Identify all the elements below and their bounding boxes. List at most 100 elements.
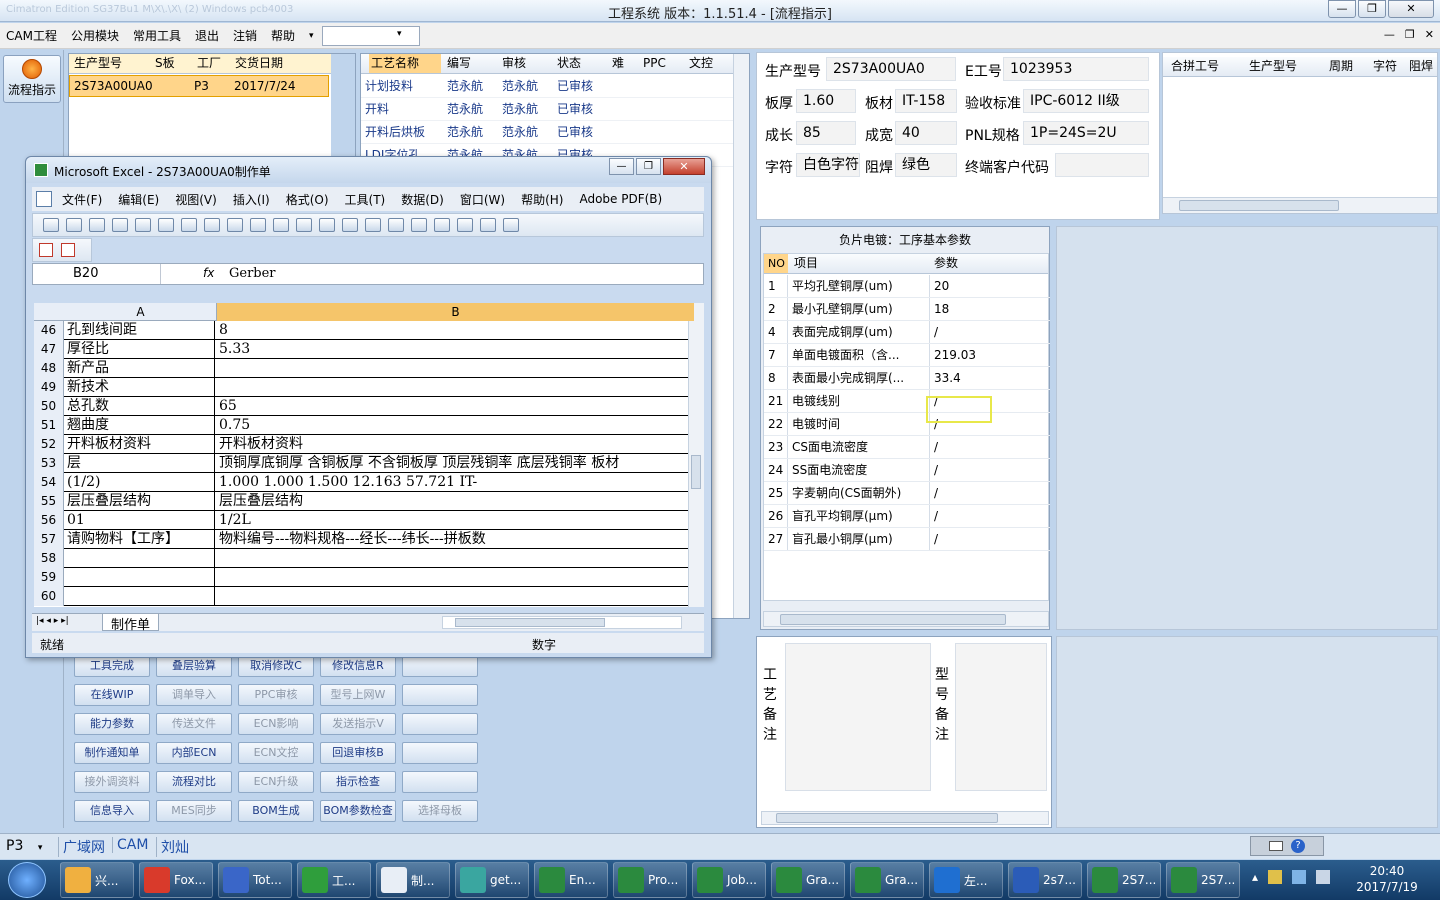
row-number[interactable]: 59 xyxy=(34,568,64,587)
start-button[interactable] xyxy=(8,862,46,898)
action-button[interactable]: 回退审核B xyxy=(320,742,396,764)
taskbar-item[interactable]: 2S7... xyxy=(1166,862,1240,898)
table-row[interactable]: 2S73A00UA0 P3 2017/7/24 xyxy=(69,75,329,97)
proc-col-name[interactable]: 工艺名称 xyxy=(369,54,441,73)
row-number[interactable]: 53 xyxy=(34,454,64,473)
action-button[interactable]: 能力参数 xyxy=(74,713,150,735)
action-button[interactable]: 型号上网W xyxy=(320,684,396,706)
action-button[interactable]: 制作通知单 xyxy=(74,742,150,764)
row-number[interactable]: 54 xyxy=(34,473,64,492)
param-row[interactable]: 26 盲孔平均铜厚(μm) / xyxy=(764,505,1050,528)
taskbar-item[interactable]: Tot... xyxy=(218,862,292,898)
row-number[interactable]: 56 xyxy=(34,511,64,530)
action-button[interactable]: 取消修改C xyxy=(238,655,314,677)
excel-menu-tools[interactable]: 工具(T) xyxy=(345,191,386,208)
pdf-email-icon[interactable] xyxy=(61,243,75,257)
excel-menu-data[interactable]: 数据(D) xyxy=(401,191,444,208)
mdi-restore-button[interactable]: ❐ xyxy=(1405,28,1415,41)
taskbar-item[interactable]: 兴... xyxy=(60,862,134,898)
sheet-row[interactable]: 49 新技术 xyxy=(34,378,694,397)
row-number[interactable]: 50 xyxy=(34,397,64,416)
menu-cam[interactable]: CAM工程 xyxy=(6,27,57,44)
proc-col-doc[interactable]: 文控 xyxy=(689,54,713,73)
spell-icon[interactable] xyxy=(181,218,197,232)
tray-network-icon[interactable] xyxy=(1292,870,1307,884)
sheet-row[interactable]: 56 01 1/2L xyxy=(34,511,694,530)
worksheet-grid[interactable]: 46 孔到线间距 8 47 厚径比 5.33 48 新产品 49 新技术 50 总孔数 65 51 翘曲度 0… xyxy=(34,321,694,607)
excel-menu-view[interactable]: 视图(V) xyxy=(175,191,217,208)
taskbar-item[interactable]: Gra... xyxy=(771,862,845,898)
param-row[interactable]: 21 电镀线别 / xyxy=(764,390,1050,413)
row-number[interactable]: 52 xyxy=(34,435,64,454)
taskbar-item[interactable]: Job... xyxy=(692,862,766,898)
minimize-button[interactable]: — xyxy=(1328,0,1356,18)
sort-asc-icon[interactable] xyxy=(411,218,427,232)
merge-col-job[interactable]: 合拼工号 xyxy=(1171,57,1219,76)
row-number[interactable]: 46 xyxy=(34,321,64,340)
menu-logout[interactable]: 注销 xyxy=(233,27,257,44)
hyperlink-icon[interactable] xyxy=(365,218,381,232)
param-row[interactable]: 27 盲孔最小铜厚(μm) / xyxy=(764,528,1050,551)
drawing-icon[interactable] xyxy=(480,218,496,232)
action-button[interactable]: 流程对比 xyxy=(156,771,232,793)
orders-col-factory[interactable]: 工厂 xyxy=(197,54,231,73)
permission-icon[interactable] xyxy=(112,218,128,232)
sheet-row[interactable]: 50 总孔数 65 xyxy=(34,397,694,416)
model-notes-textarea[interactable] xyxy=(955,643,1047,791)
pdf-convert-icon[interactable] xyxy=(39,243,53,257)
sheet-row[interactable]: 55 层压叠层结构 层压叠层结构 xyxy=(34,492,694,511)
param-hscroll[interactable] xyxy=(763,611,1049,627)
redo-icon[interactable] xyxy=(342,218,358,232)
sheet-row[interactable]: 52 开料板材资料 开料板材资料 xyxy=(34,435,694,454)
cut-icon[interactable] xyxy=(227,218,243,232)
excel-minimize-button[interactable]: — xyxy=(609,158,634,175)
proc-col-status[interactable]: 状态 xyxy=(557,54,581,73)
menu-combo[interactable]: ▾ xyxy=(321,25,420,46)
action-button[interactable]: 信息导入 xyxy=(74,800,150,822)
merge-col-model[interactable]: 生产型号 xyxy=(1249,57,1297,76)
autosum-icon[interactable] xyxy=(388,218,404,232)
taskbar-item[interactable]: Fox... xyxy=(139,862,213,898)
param-row[interactable]: 4 表面完成铜厚(um) / xyxy=(764,321,1050,344)
proc-col-ppc[interactable]: PPC xyxy=(643,54,666,73)
table-row[interactable]: 计划投料 范永航 范永航 已审核 xyxy=(361,75,733,98)
mdi-close-button[interactable]: ✕ xyxy=(1425,28,1434,41)
notes-hscroll[interactable] xyxy=(761,811,1049,825)
action-button[interactable] xyxy=(402,771,478,793)
print-preview-icon[interactable] xyxy=(158,218,174,232)
orders-col-s[interactable]: S板 xyxy=(155,54,195,73)
excel-close-button[interactable]: ✕ xyxy=(663,158,705,175)
action-button[interactable]: PPC审核 xyxy=(238,684,314,706)
action-button[interactable]: ECN文控 xyxy=(238,742,314,764)
taskbar-item[interactable]: 2s7... xyxy=(1008,862,1082,898)
col-b-header[interactable]: B xyxy=(217,303,694,321)
action-button[interactable] xyxy=(402,684,478,706)
merge-col-mask[interactable]: 阻焊 xyxy=(1409,57,1433,76)
action-button[interactable] xyxy=(402,742,478,764)
sheet-row[interactable]: 51 翘曲度 0.75 xyxy=(34,416,694,435)
param-row[interactable]: 8 表面最小完成铜厚(... 33.4 xyxy=(764,367,1050,390)
param-row[interactable]: 7 单面电镀面积（含... 219.03 xyxy=(764,344,1050,367)
sheet-vscroll[interactable] xyxy=(688,303,704,607)
action-button[interactable]: 选择母板 xyxy=(402,800,478,822)
sheet-row[interactable]: 58 xyxy=(34,549,694,568)
orders-col-date[interactable]: 交货日期 xyxy=(235,54,305,73)
param-col-item[interactable]: 项目 xyxy=(794,254,818,273)
process-scrollbar[interactable] xyxy=(733,54,749,618)
sheet-row[interactable]: 59 xyxy=(34,568,694,587)
excel-menu-window[interactable]: 窗口(W) xyxy=(460,191,505,208)
action-button[interactable]: 内部ECN xyxy=(156,742,232,764)
excel-menu-file[interactable]: 文件(F) xyxy=(62,191,102,208)
sheet-row[interactable]: 46 孔到线间距 8 xyxy=(34,321,694,340)
excel-menu-insert[interactable]: 插入(I) xyxy=(233,191,270,208)
orders-col-model[interactable]: 生产型号 xyxy=(74,54,150,73)
process-notes-textarea[interactable] xyxy=(785,643,931,791)
taskbar-item[interactable]: get... xyxy=(455,862,529,898)
fill-color-icon[interactable] xyxy=(503,218,519,232)
action-button[interactable]: 发送指示V xyxy=(320,713,396,735)
action-button[interactable]: BOM生成 xyxy=(238,800,314,822)
save-icon[interactable] xyxy=(89,218,105,232)
undo-icon[interactable] xyxy=(319,218,335,232)
chart-icon[interactable] xyxy=(457,218,473,232)
close-button[interactable]: ✕ xyxy=(1388,0,1434,18)
